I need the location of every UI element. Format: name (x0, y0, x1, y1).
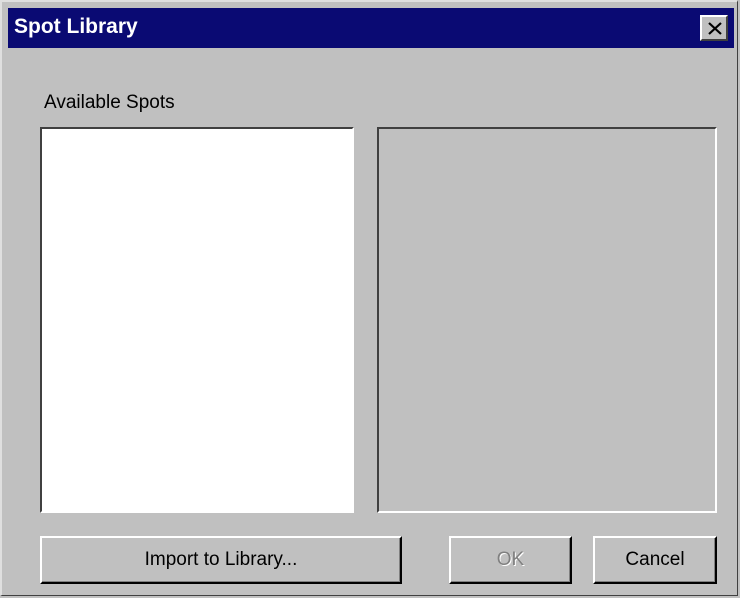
close-button[interactable] (700, 15, 728, 41)
ok-button[interactable]: OK (449, 536, 572, 584)
title-bar[interactable]: Spot Library (8, 8, 734, 48)
close-icon (708, 22, 722, 35)
available-spots-list[interactable] (40, 127, 354, 513)
cancel-button[interactable]: Cancel (593, 536, 717, 584)
window-title: Spot Library (14, 15, 138, 38)
import-to-library-button[interactable]: Import to Library... (40, 536, 402, 584)
available-spots-label: Available Spots (44, 92, 175, 113)
spot-preview-panel (377, 127, 717, 513)
spot-library-dialog: Spot Library Available Spots Import to L… (0, 0, 738, 596)
